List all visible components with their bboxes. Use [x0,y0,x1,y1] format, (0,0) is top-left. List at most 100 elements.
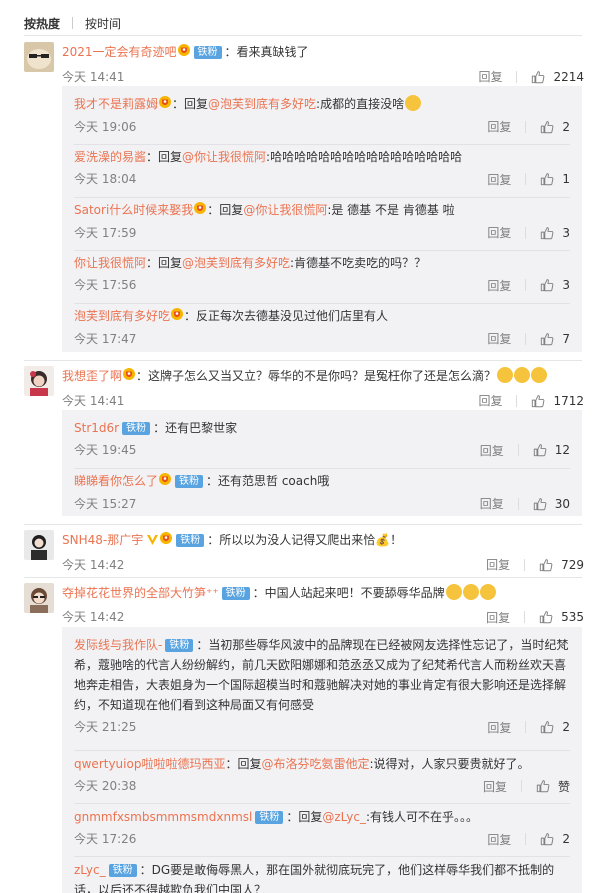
reply-button[interactable]: 回复 [486,556,510,573]
fan-badge: 铁粉 [176,534,205,547]
avatar[interactable] [24,42,54,72]
thumbs-up-icon[interactable] [540,832,554,846]
user-name[interactable]: qwertyuiop啦啦啦德玛西亚 [74,757,225,771]
mention-link[interactable]: @布洛芬吃氨雷他定 [261,757,369,771]
mention-link[interactable]: @泡芙到底有多好吃 [208,97,316,111]
reply-divider [74,144,570,145]
reply-divider [74,197,570,198]
thumbs-up-icon[interactable] [536,779,550,793]
action-divider [520,780,522,792]
comment-item: 夺掉花花世界的全部大竹笋⁺⁺ 铁粉 ：中国人站起来吧！不要舔辱华品牌 今天 14:4… [24,583,584,626]
thumbs-up-icon[interactable] [540,120,554,134]
like-count: 3 [562,225,570,240]
comment-item: SNH48-那广宇 铁粉 ：所以以为没人记得又爬出来恰💰！ 今天 14:42 回复 … [24,530,584,573]
fan-badge: 铁粉 [122,422,151,435]
gold-badge-icon [122,367,136,387]
reply-button[interactable]: 回复 [480,495,504,512]
thumbs-up-icon[interactable] [531,394,545,408]
user-name[interactable]: Satori什么时候来娶我 [74,203,193,217]
user-name[interactable]: Str1d6r [74,421,119,435]
gold-badge-icon [158,95,172,115]
reply-text: ：还有范思哲 coach哦 [206,474,330,488]
user-name[interactable]: 我才不是莉露姆 [74,97,158,111]
avatar[interactable] [24,366,54,396]
reply-button[interactable]: 回复 [487,171,511,188]
reply-time: 今天 17:59 [74,225,137,240]
user-name[interactable]: 爱洗澡的易酱 [74,150,146,164]
reply-item: 你让我很慌阿：回复@泡芙到底有多好吃:肯德基不吃卖吃的吗？？ 今天 17:56 回… [74,253,570,295]
user-name[interactable]: 2021一定会有奇迹吧 [62,45,177,59]
fan-badge: 铁粉 [175,475,204,488]
action-divider [525,226,527,239]
reply-button[interactable]: 回复 [487,719,511,736]
reply-button[interactable]: 回复 [487,831,511,848]
user-name[interactable]: 发际线与我作队- [74,638,162,652]
reply-button[interactable]: 回复 [478,68,502,85]
reply-button[interactable]: 回复 [480,442,504,459]
mention-link[interactable]: @泡芙到底有多好吃 [182,256,290,270]
thumbs-up-icon[interactable] [533,497,547,511]
emoji-icon [531,367,548,383]
tab-sort-time[interactable]: 按时间 [85,15,121,32]
user-name[interactable]: gnmmfxsmbsmmmsmdxnmsl [74,810,252,824]
like-count: 2214 [553,69,584,84]
action-divider [524,558,526,571]
comment-text: ：中国人站起来吧！不要舔辱华品牌 [252,586,445,600]
mention-link[interactable]: @你让我很慌阿 [182,150,266,164]
reply-divider [74,750,570,751]
thumbs-up-icon[interactable] [531,70,545,84]
reply-time: 今天 19:45 [74,443,137,457]
thumbs-up-icon[interactable] [540,332,554,346]
reply-text-line: 约，不知道现在他们看到这种局面又有何感受 [74,698,315,712]
fan-badge: 铁粉 [221,587,250,600]
reply-divider [74,856,570,857]
reply-button[interactable]: 回复 [487,118,511,135]
thumbs-up-icon[interactable] [540,278,554,292]
reply-text: ：还有巴黎世家 [153,421,238,435]
like-count: 1 [562,172,570,186]
reply-item: gnmmfxsmbsmmmsmdxnmsl 铁粉 ：回复@zLyc_:有钱人可不在乎… [74,807,570,849]
divider [24,524,582,525]
user-name[interactable]: 你让我很慌阿 [74,256,146,270]
mention-link[interactable]: @zLyc_ [322,810,366,824]
reply-divider [74,803,570,804]
fan-badge: 铁粉 [108,864,137,877]
like-count: 2 [562,720,570,734]
reply-button[interactable]: 回复 [483,778,507,795]
user-name[interactable]: zLyc_ [74,863,106,877]
reply-text-line: 希，蔻驰啥的代言人纷纷解约，前几天欧阳娜娜和范丞丞又成为了纪梵希代言人而粉丝欢天… [74,658,567,672]
thumbs-up-icon[interactable] [539,558,553,572]
reply-text: :是 德基 不是 肯德基 啦 [327,203,455,217]
user-name[interactable]: SNH48-那广宇 [62,533,143,547]
reply-button[interactable]: 回复 [487,330,511,347]
mention-link[interactable]: @你让我很慌阿 [243,203,327,217]
user-name[interactable]: 夺掉花花世界的全部大竹笋⁺⁺ [62,586,219,600]
action-divider [525,173,527,185]
user-name[interactable]: 睇睇看你怎么了 [74,474,158,488]
avatar[interactable] [24,530,54,560]
reply-button[interactable]: 回复 [487,224,511,241]
reply-button[interactable]: 回复 [478,392,502,409]
reply-text: :说得对，人家只要贵就好了。 [369,757,530,771]
thumbs-up-icon[interactable] [540,720,554,734]
user-name[interactable]: 泡芙到底有多好吃 [74,309,170,323]
thumbs-up-icon[interactable] [540,226,554,240]
thumbs-up-icon[interactable] [539,610,553,624]
reply-button[interactable]: 回复 [487,277,511,294]
comment-item: 2021一定会有奇迹吧 铁粉 ：看来真缺钱了 今天 14:41 回复 2214 [24,42,584,85]
thumbs-up-icon[interactable] [533,443,547,457]
divider [24,360,582,361]
reply-time: 今天 20:38 [74,779,137,793]
like-count: 30 [554,496,570,511]
thumbs-up-icon[interactable] [540,172,554,186]
tab-sort-hot[interactable]: 按热度 [24,15,60,32]
action-divider [525,833,527,845]
reply-button[interactable]: 回复 [486,609,510,626]
reply-prefix: ：回复 [172,97,209,111]
like-count: 2 [562,832,570,846]
emoji-icon [497,367,514,383]
reply-prefix: ：回复 [146,150,183,164]
avatar[interactable] [24,583,54,613]
user-name[interactable]: 我想歪了啊 [62,369,122,383]
comment-time: 今天 14:41 [62,69,125,84]
